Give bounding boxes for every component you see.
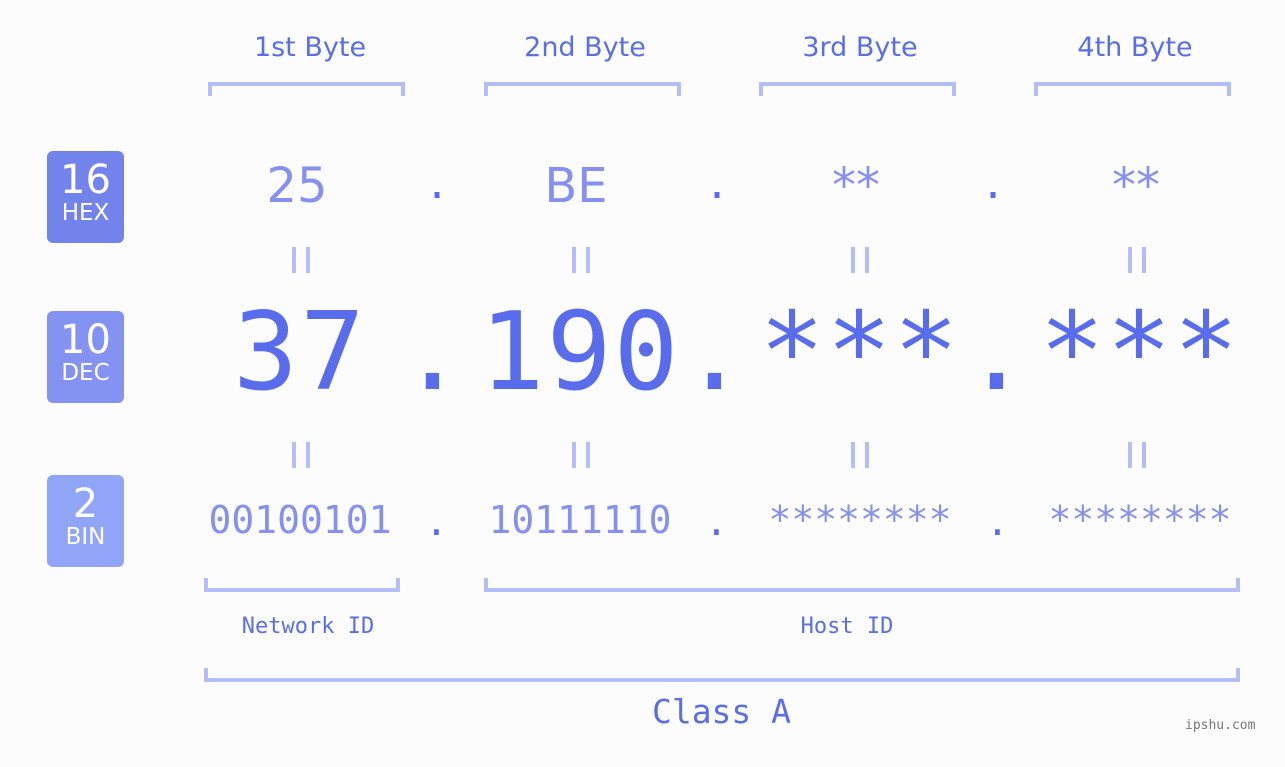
dec-badge: 10 DEC: [47, 311, 124, 403]
hex-base-name: HEX: [61, 200, 110, 226]
bin-byte-2: 10111110: [488, 498, 672, 542]
hex-byte-4: **: [1112, 158, 1160, 214]
watermark: ipshu.com: [1185, 718, 1256, 733]
equals-icon: [1128, 247, 1146, 273]
byte-3-bracket: [759, 82, 956, 96]
equals-icon: [851, 247, 869, 273]
network-id-bracket: [204, 578, 400, 592]
bin-base-name: BIN: [65, 524, 106, 550]
dec-base-name: DEC: [61, 360, 110, 386]
network-id-label: Network ID: [241, 614, 375, 639]
hex-separator-1: .: [425, 162, 450, 208]
byte-header-1: 1st Byte: [253, 32, 367, 63]
equals-icon: [292, 247, 310, 273]
class-label: Class A: [651, 692, 792, 731]
class-bracket: [204, 668, 1240, 682]
byte-1-bracket: [208, 82, 405, 96]
dec-base-number: 10: [60, 317, 111, 363]
equals-icon: [851, 442, 869, 468]
byte-4-bracket: [1034, 82, 1231, 96]
host-id-bracket: [484, 578, 1240, 592]
dec-byte-4: ***: [1039, 290, 1241, 415]
equals-icon: [572, 442, 590, 468]
bin-byte-3: ********: [768, 498, 952, 542]
host-id-label: Host ID: [800, 614, 894, 639]
equals-icon: [1128, 442, 1146, 468]
dec-separator-3: .: [964, 290, 1030, 415]
byte-header-4: 4th Byte: [1077, 32, 1193, 63]
hex-byte-1: 25: [266, 158, 328, 214]
bin-byte-1: 00100101: [208, 498, 392, 542]
hex-byte-2: BE: [544, 158, 608, 214]
byte-header-2: 2nd Byte: [524, 32, 646, 63]
hex-separator-3: .: [981, 162, 1006, 208]
dec-separator-1: .: [400, 290, 466, 415]
bin-base-number: 2: [72, 481, 99, 527]
byte-2-bracket: [484, 82, 681, 96]
bin-separator-3: .: [986, 500, 1009, 544]
bin-separator-2: .: [705, 500, 728, 544]
dec-byte-3: ***: [759, 290, 961, 415]
dec-byte-1: 37: [232, 290, 368, 415]
bin-separator-1: .: [425, 500, 448, 544]
hex-badge: 16 HEX: [47, 151, 124, 243]
hex-base-number: 16: [60, 157, 111, 203]
dec-separator-2: .: [682, 290, 748, 415]
equals-icon: [572, 247, 590, 273]
hex-separator-2: .: [705, 162, 730, 208]
hex-byte-3: **: [832, 158, 880, 214]
bin-byte-4: ********: [1048, 498, 1232, 542]
byte-header-3: 3rd Byte: [802, 32, 918, 63]
dec-byte-2: 190: [479, 290, 681, 415]
bin-badge: 2 BIN: [47, 475, 124, 567]
equals-icon: [292, 442, 310, 468]
